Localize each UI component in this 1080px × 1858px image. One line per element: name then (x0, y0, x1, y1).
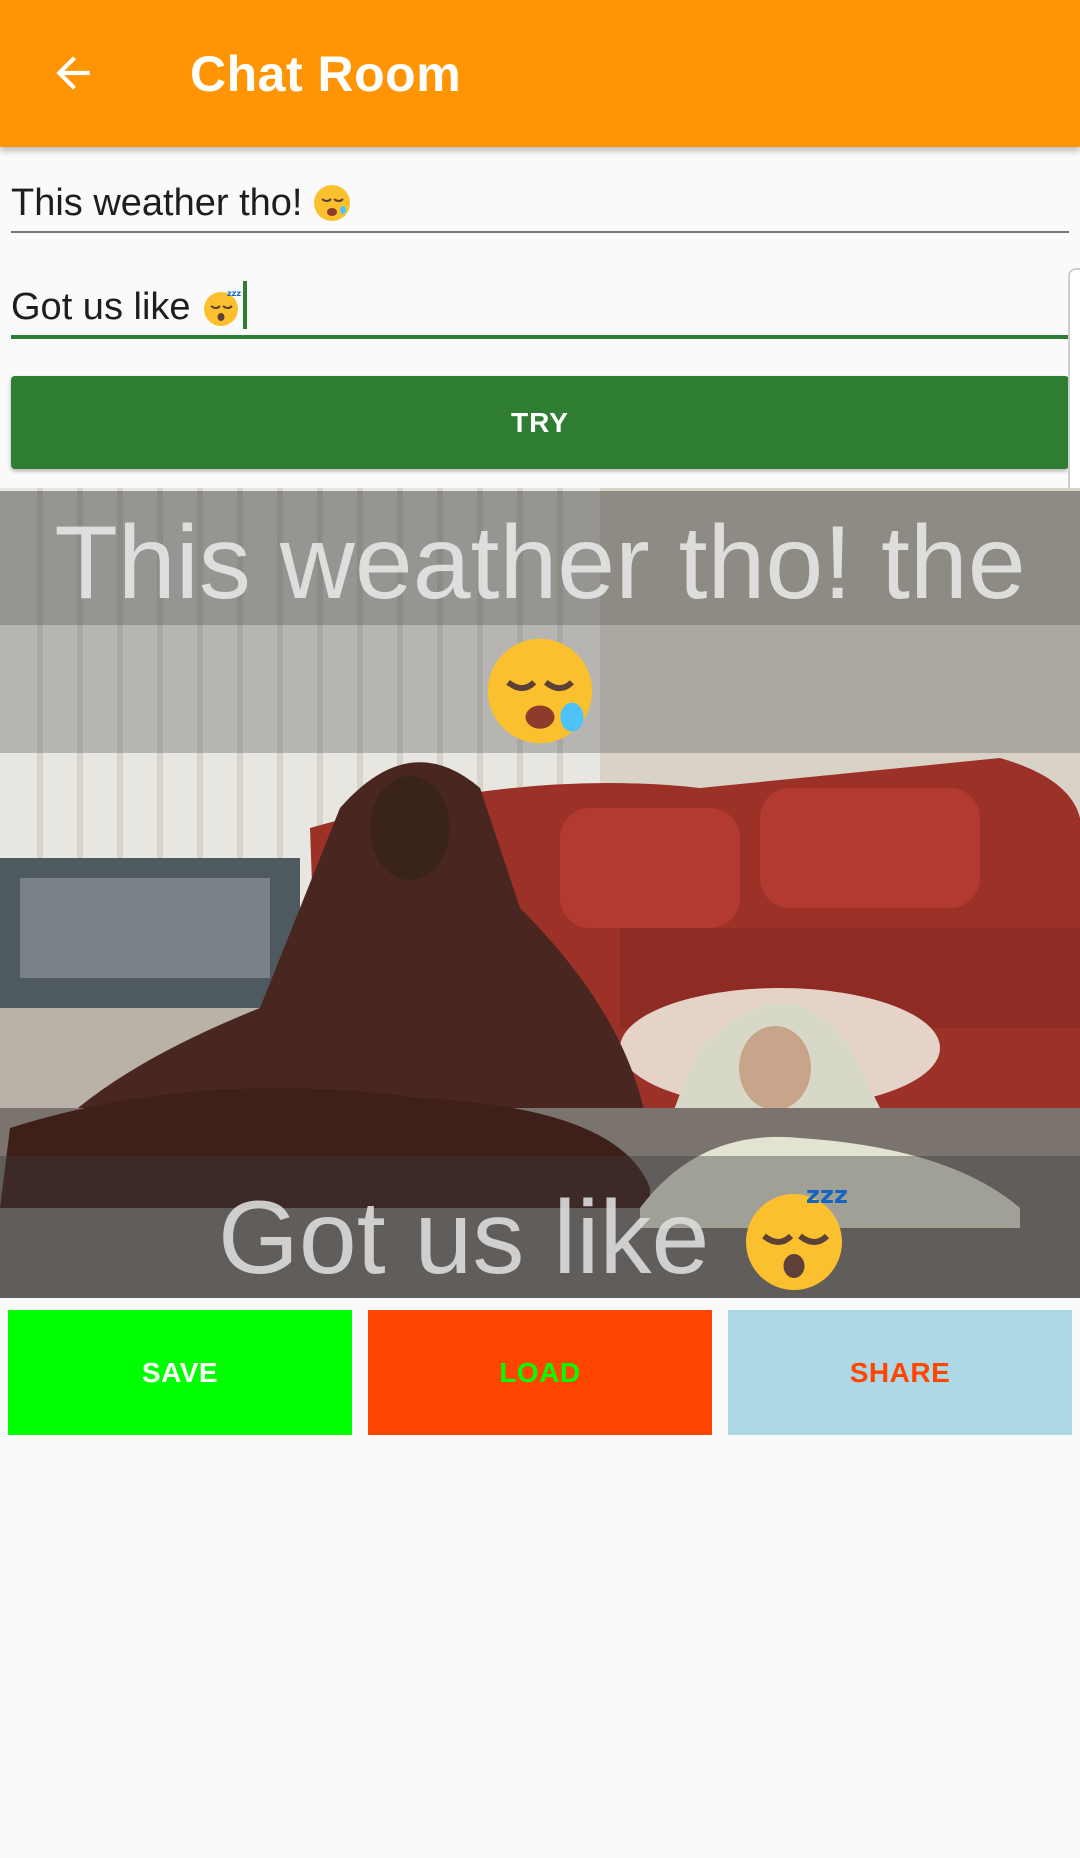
meme-bottom-caption: Got us like (218, 1180, 710, 1296)
disappointed-relieved-face-icon (314, 185, 351, 221)
back-button[interactable] (40, 40, 106, 106)
disappointed-relieved-face-icon (487, 638, 593, 744)
save-button[interactable]: SAVE (8, 1310, 352, 1435)
text-cursor (242, 281, 247, 329)
sleeping-face-icon: zzz (746, 1181, 848, 1290)
meme-preview-image: This weather tho! the Got us like zzz (0, 488, 1080, 1298)
sleeping-face-icon: zzz (203, 289, 241, 326)
load-button[interactable]: LOAD (368, 1310, 712, 1435)
arrow-back-icon (56, 56, 90, 90)
bottom-text-value: Got us like (11, 286, 191, 328)
top-text-input[interactable]: This weather tho! (11, 175, 1069, 233)
bottom-text-input[interactable]: Got us like zzz (11, 279, 1069, 339)
app-bar: Chat Room (0, 0, 1080, 147)
svg-text:zzz: zzz (227, 289, 241, 298)
svg-text:zzz: zzz (806, 1181, 848, 1209)
meme-top-caption: This weather tho! the (54, 505, 1026, 621)
share-button[interactable]: SHARE (728, 1310, 1072, 1435)
try-button[interactable]: TRY (11, 376, 1069, 469)
top-text-value: This weather tho! (11, 182, 303, 224)
page-title: Chat Room (190, 46, 462, 102)
